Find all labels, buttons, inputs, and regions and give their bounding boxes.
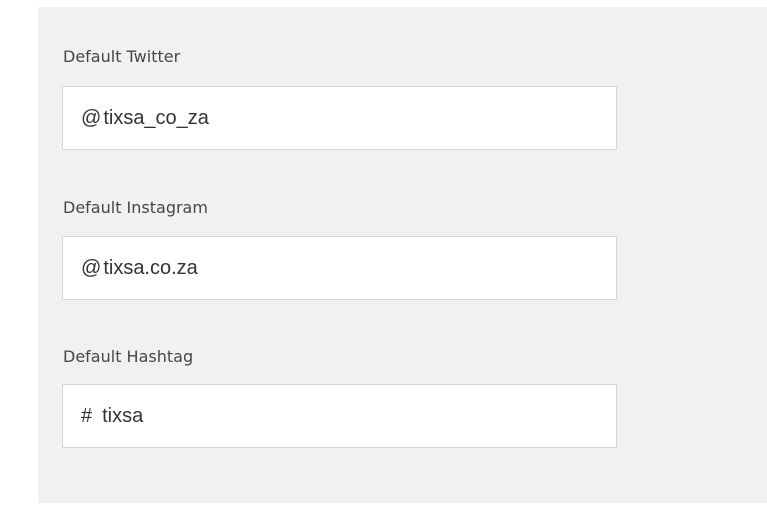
hashtag-input[interactable]: # tixsa bbox=[62, 384, 617, 448]
page-margin bbox=[0, 0, 38, 505]
hash-prefix: # bbox=[81, 404, 93, 427]
hashtag-label: Default Hashtag bbox=[63, 347, 194, 366]
social-settings-panel: Default Twitter @ tixsa_co_za Default In… bbox=[38, 7, 767, 503]
at-prefix: @ bbox=[81, 106, 102, 129]
hashtag-input-value: tixsa bbox=[102, 404, 144, 427]
at-prefix: @ bbox=[81, 256, 102, 279]
twitter-input[interactable]: @ tixsa_co_za bbox=[62, 86, 617, 150]
twitter-input-value: tixsa_co_za bbox=[103, 106, 209, 129]
twitter-label: Default Twitter bbox=[63, 47, 181, 66]
instagram-input[interactable]: @ tixsa.co.za bbox=[62, 236, 617, 300]
instagram-input-value: tixsa.co.za bbox=[103, 256, 198, 279]
instagram-label: Default Instagram bbox=[63, 198, 208, 217]
